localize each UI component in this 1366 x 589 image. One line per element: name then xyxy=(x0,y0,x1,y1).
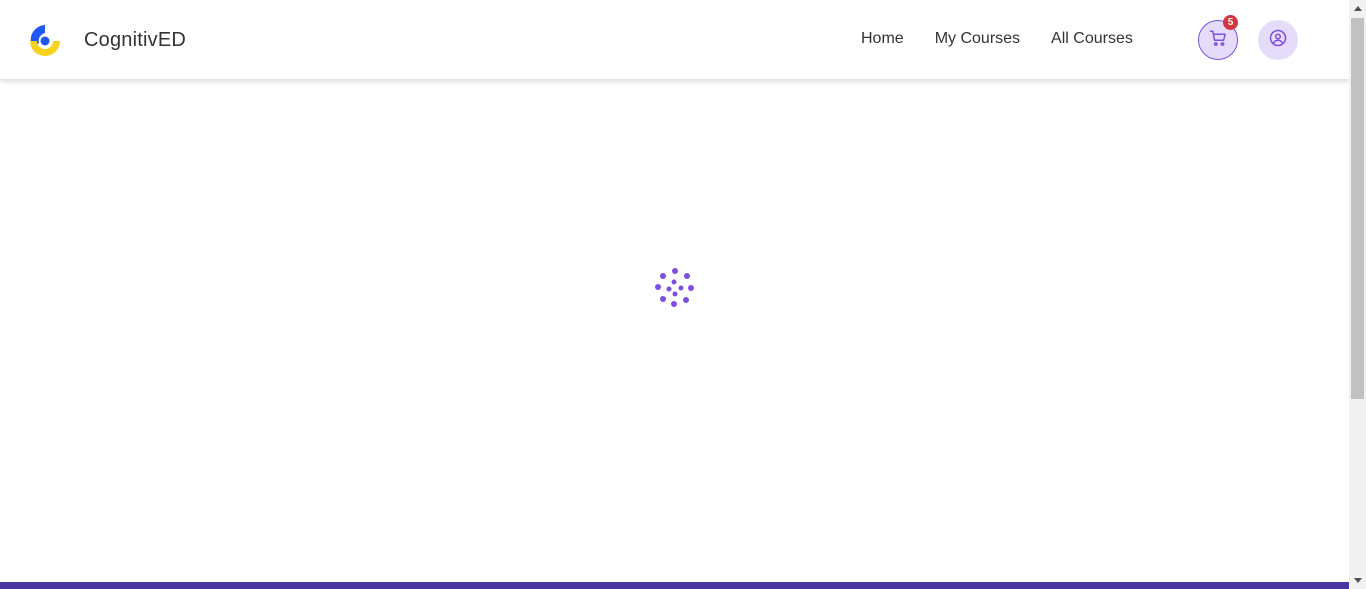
user-circle-icon xyxy=(1269,29,1287,52)
scroll-down-icon[interactable] xyxy=(1349,572,1366,589)
vertical-scrollbar[interactable] xyxy=(1349,0,1366,589)
nav-link-my-courses[interactable]: My Courses xyxy=(935,29,1020,49)
profile-button[interactable] xyxy=(1258,20,1298,60)
cognitived-logo-icon xyxy=(29,24,61,56)
brand-name: CognitivED xyxy=(84,28,187,51)
brand-home-link[interactable]: CognitivED xyxy=(29,24,186,56)
nav-link-all-courses[interactable]: All Courses xyxy=(1051,29,1133,49)
page: CognitivED Home My Courses All Courses 5 xyxy=(0,0,1349,589)
cart-icon xyxy=(1209,29,1227,52)
nav-link-home[interactable]: Home xyxy=(861,29,904,49)
scrollbar-thumb[interactable] xyxy=(1351,18,1364,399)
cart-count-badge: 5 xyxy=(1223,15,1238,30)
footer-bar xyxy=(0,582,1349,589)
top-navbar: CognitivED Home My Courses All Courses 5 xyxy=(0,0,1349,80)
main-nav: Home My Courses All Courses xyxy=(861,29,1164,49)
loading-spinner-icon xyxy=(654,267,696,309)
scroll-up-icon[interactable] xyxy=(1349,0,1366,17)
